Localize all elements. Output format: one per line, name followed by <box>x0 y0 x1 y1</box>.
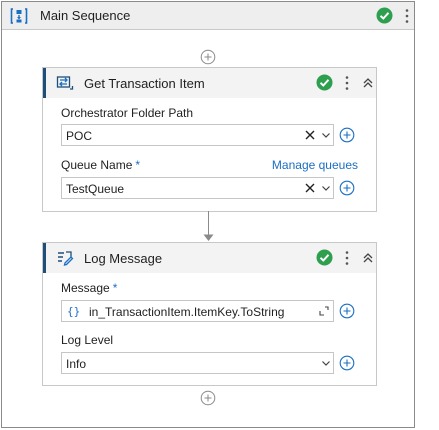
valid-check-icon <box>376 7 393 24</box>
collapse-icon[interactable] <box>361 76 375 90</box>
log-message-icon <box>58 251 74 266</box>
more-options-icon[interactable] <box>344 75 350 91</box>
add-variable-icon[interactable] <box>339 355 355 371</box>
valid-check-icon <box>316 249 333 266</box>
manage-queues-link[interactable]: Manage queues <box>272 158 358 172</box>
activity-card-get-transaction-item[interactable]: Get Transaction Item Orchestrator Folder… <box>42 67 377 212</box>
scrollbar-track[interactable] <box>418 0 439 430</box>
message-field[interactable]: {} in_TransactionItem.ItemKey.ToString <box>61 300 334 322</box>
queue-name-label: Queue Name * <box>61 158 140 172</box>
queue-name-field[interactable]: TestQueue <box>61 177 334 199</box>
expand-editor-icon[interactable] <box>317 304 331 318</box>
folder-path-label: Orchestrator Folder Path <box>61 106 194 120</box>
queue-name-value: TestQueue <box>66 182 125 196</box>
required-marker: * <box>135 158 141 172</box>
chevron-down-icon[interactable] <box>319 356 333 370</box>
chevron-down-icon[interactable] <box>319 181 333 195</box>
activity-header[interactable]: Get Transaction Item <box>43 68 376 98</box>
log-level-value: Info <box>66 357 87 371</box>
log-level-select[interactable]: Info <box>61 352 334 374</box>
required-marker: * <box>112 281 118 295</box>
add-variable-icon[interactable] <box>339 127 355 143</box>
add-variable-icon[interactable] <box>339 303 355 319</box>
chevron-down-icon[interactable] <box>319 128 333 142</box>
add-activity-icon[interactable] <box>200 49 216 65</box>
activity-header[interactable]: Log Message <box>43 243 376 273</box>
sequence-title: Main Sequence <box>40 8 131 23</box>
clear-icon[interactable] <box>303 128 317 142</box>
collapse-icon[interactable] <box>361 251 375 265</box>
more-options-icon[interactable] <box>344 250 350 266</box>
log-level-label: Log Level <box>61 333 114 347</box>
activity-title: Get Transaction Item <box>84 76 205 91</box>
expression-icon[interactable]: {} <box>67 305 80 318</box>
clear-icon[interactable] <box>303 181 317 195</box>
folder-path-value: POC <box>66 129 93 143</box>
message-label-text: Message <box>61 281 110 295</box>
add-variable-icon[interactable] <box>339 180 355 196</box>
sequence-header[interactable]: Main Sequence <box>2 2 414 30</box>
message-value: in_TransactionItem.ItemKey.ToString <box>89 305 285 319</box>
main-sequence-container[interactable]: Main Sequence Get Transaction Item Orche… <box>1 1 415 428</box>
activity-card-log-message[interactable]: Log Message Message * {} in_TransactionIt… <box>42 242 377 386</box>
folder-path-field[interactable]: POC <box>61 124 334 146</box>
sequence-icon <box>10 8 28 24</box>
valid-check-icon <box>316 74 333 91</box>
activity-title: Log Message <box>84 251 163 266</box>
arrow-down-icon <box>203 234 214 241</box>
get-transaction-icon <box>56 76 74 90</box>
message-label: Message * <box>61 281 117 295</box>
more-options-icon[interactable] <box>404 8 410 24</box>
queue-name-label-text: Queue Name <box>61 158 133 172</box>
add-activity-icon[interactable] <box>200 390 216 406</box>
